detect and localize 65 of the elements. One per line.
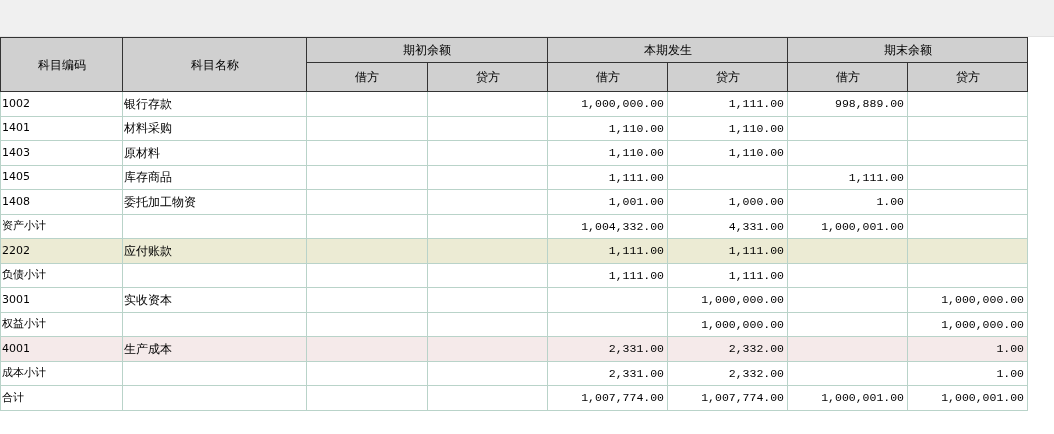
table-cell: 1,111.00: [547, 263, 668, 288]
table-cell: 1,111.00: [547, 238, 668, 263]
table-cell: 3001: [0, 287, 123, 312]
table-cell: 1,000,001.00: [787, 385, 908, 410]
table-cell: 998,889.00: [787, 91, 908, 116]
column-group-header: 期末余额: [787, 37, 1028, 63]
table-cell: 1,000,000.00: [667, 287, 788, 312]
table-cell: 应付账款: [122, 238, 307, 263]
table-cell: 库存商品: [122, 165, 307, 190]
table-cell: 实收资本: [122, 287, 307, 312]
table-cell: 1,001.00: [547, 189, 668, 214]
table-cell: 材料采购: [122, 116, 307, 141]
column-group-header: 本期发生: [547, 37, 788, 63]
table-cell: 1.00: [787, 189, 908, 214]
table-cell: 4,331.00: [667, 214, 788, 239]
table-cell: 1,111.00: [547, 165, 668, 190]
table-cell: 1401: [0, 116, 123, 141]
table-cell: 1408: [0, 189, 123, 214]
table-cell: 1,000,000.00: [907, 287, 1028, 312]
table-cell: 1,004,332.00: [547, 214, 668, 239]
column-header: 贷方: [427, 62, 548, 92]
table-cell: 1,111.00: [667, 263, 788, 288]
table-cell: 1,007,774.00: [667, 385, 788, 410]
table-cell: 资产小计: [0, 214, 123, 239]
table-cell: 1,007,774.00: [547, 385, 668, 410]
table-cell: 原材料: [122, 140, 307, 165]
table-cell: 1,111.00: [787, 165, 908, 190]
table-cell: 2,332.00: [667, 336, 788, 361]
table-cell: 1403: [0, 140, 123, 165]
table-cell: 权益小计: [0, 312, 123, 337]
table-cell: 2,332.00: [667, 361, 788, 386]
table-cell: 1,111.00: [667, 91, 788, 116]
table-cell: 2202: [0, 238, 123, 263]
column-header: 借方: [306, 62, 428, 92]
table-cell: 1002: [0, 91, 123, 116]
table-cell: 1,000,000.00: [667, 312, 788, 337]
table-cell: 1,000,001.00: [907, 385, 1028, 410]
table-cell: 生产成本: [122, 336, 307, 361]
table-cell: 委托加工物资: [122, 189, 307, 214]
table-cell: 银行存款: [122, 91, 307, 116]
table-cell: 1,000,000.00: [907, 312, 1028, 337]
table-cell: 1,110.00: [547, 116, 668, 141]
table-cell: 1405: [0, 165, 123, 190]
table-cell: 合计: [0, 385, 123, 410]
table-cell: 1,000.00: [667, 189, 788, 214]
table-cell: 1,000,000.00: [547, 91, 668, 116]
table-cell: 2,331.00: [547, 336, 668, 361]
table-cell: 2,331.00: [547, 361, 668, 386]
table-cell: 1.00: [907, 361, 1028, 386]
table-cell: 1,110.00: [667, 140, 788, 165]
table-cell: 4001: [0, 336, 123, 361]
table-cell: 负债小计: [0, 263, 123, 288]
column-header: 贷方: [667, 62, 788, 92]
column-header: 科目编码: [0, 37, 123, 92]
column-header: 科目名称: [122, 37, 307, 92]
table-cell: 成本小计: [0, 361, 123, 386]
table-cell: 1,000,001.00: [787, 214, 908, 239]
table-cell: 1,111.00: [667, 238, 788, 263]
column-header: 借方: [547, 62, 668, 92]
table-cell: 1,110.00: [547, 140, 668, 165]
column-header: 贷方: [907, 62, 1028, 92]
column-header: 借方: [787, 62, 908, 92]
table-cell: 1.00: [907, 336, 1028, 361]
column-group-header: 期初余额: [306, 37, 548, 63]
table-cell: 1,110.00: [667, 116, 788, 141]
